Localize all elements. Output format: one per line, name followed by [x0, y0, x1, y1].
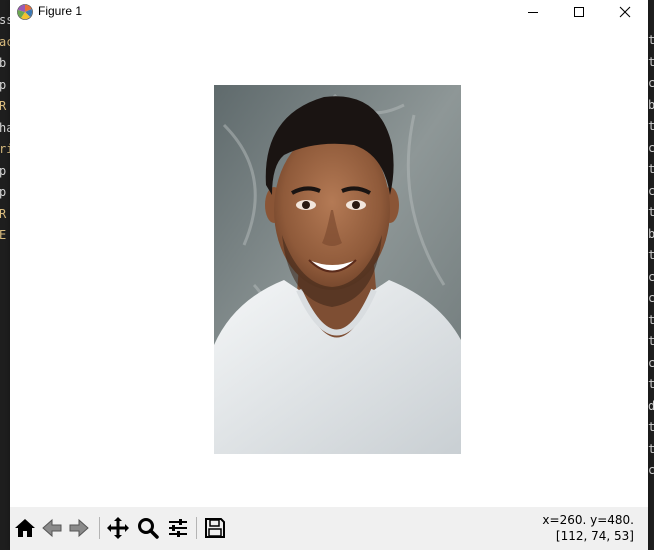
editor-text-fragment: c: [648, 76, 654, 90]
background-editor-left: ss ac b p Rha ri p p R E: [0, 0, 10, 550]
home-icon: [15, 519, 35, 537]
configure-subplots-icon: [169, 519, 187, 537]
window-title: Figure 1: [38, 4, 83, 18]
toolbar-separator: [196, 517, 197, 539]
editor-text-fragment: t: [648, 119, 654, 133]
maximize-button[interactable]: [556, 0, 602, 24]
editor-text-fragment: R: [0, 206, 7, 221]
editor-text-fragment: p: [0, 77, 7, 92]
editor-text-fragment: b: [0, 56, 7, 70]
forward-button[interactable]: [66, 515, 92, 541]
coords-pixel-value: [112, 74, 53]: [555, 529, 634, 543]
title-bar[interactable]: Figure 1: [10, 0, 648, 24]
editor-text-fragment: t: [648, 54, 654, 69]
editor-text-fragment: b: [648, 97, 654, 112]
editor-text-fragment: d: [648, 398, 654, 413]
background-editor-right: ttcbtctctbtccttctdttc: [648, 0, 654, 550]
cursor-coordinates: x=260. y=480. [112, 74, 53]: [542, 512, 634, 544]
editor-text-fragment: t: [648, 248, 654, 262]
maximize-icon: [574, 7, 584, 17]
editor-text-fragment: c: [648, 355, 654, 370]
portrait-photo: [214, 85, 461, 454]
navigation-toolbar: x=260. y=480. [112, 74, 53]: [10, 507, 648, 550]
figure-canvas[interactable]: [10, 24, 648, 507]
editor-text-fragment: t: [648, 420, 654, 434]
editor-text-fragment: b: [648, 226, 654, 241]
editor-text-fragment: E: [0, 228, 7, 242]
zoom-magnifier-icon: [138, 518, 159, 539]
editor-text-fragment: p: [0, 185, 7, 199]
forward-arrow-icon: [69, 518, 89, 538]
pan-move-icon: [107, 517, 129, 539]
editor-text-fragment: c: [648, 463, 654, 477]
coords-position: x=260. y=480.: [542, 513, 634, 527]
back-button[interactable]: [39, 515, 65, 541]
editor-text-fragment: c: [648, 291, 654, 305]
editor-text-fragment: ha: [0, 120, 10, 135]
editor-text-fragment: ss: [0, 13, 10, 27]
editor-text-fragment: t: [648, 205, 654, 219]
home-button[interactable]: [12, 515, 38, 541]
pan-button[interactable]: [105, 515, 131, 541]
close-button[interactable]: [602, 0, 648, 24]
matplotlib-icon: [17, 4, 33, 20]
close-icon: [619, 6, 631, 18]
editor-text-fragment: R: [0, 99, 7, 113]
save-button[interactable]: [202, 515, 228, 541]
figure-window: Figure 1 x=260. y=480. [112, 74, 53]: [10, 0, 648, 550]
editor-text-fragment: ri: [0, 142, 10, 156]
editor-text-fragment: t: [648, 33, 654, 47]
zoom-button[interactable]: [135, 515, 161, 541]
configure-subplots-button[interactable]: [165, 515, 191, 541]
back-arrow-icon: [42, 518, 62, 538]
editor-text-fragment: c: [648, 140, 654, 155]
minimize-icon: [528, 12, 538, 13]
editor-text-fragment: c: [648, 269, 654, 284]
editor-text-fragment: c: [648, 183, 654, 198]
minimize-button[interactable]: [510, 0, 556, 24]
editor-text-fragment: t: [648, 377, 654, 391]
editor-text-fragment: t: [648, 312, 654, 327]
editor-text-fragment: p: [0, 163, 7, 178]
editor-text-fragment: t: [648, 441, 654, 456]
editor-text-fragment: t: [648, 334, 654, 348]
editor-text-fragment: ac: [0, 34, 10, 49]
editor-text-fragment: t: [648, 162, 654, 176]
save-floppy-icon: [205, 518, 225, 538]
toolbar-separator: [99, 517, 100, 539]
